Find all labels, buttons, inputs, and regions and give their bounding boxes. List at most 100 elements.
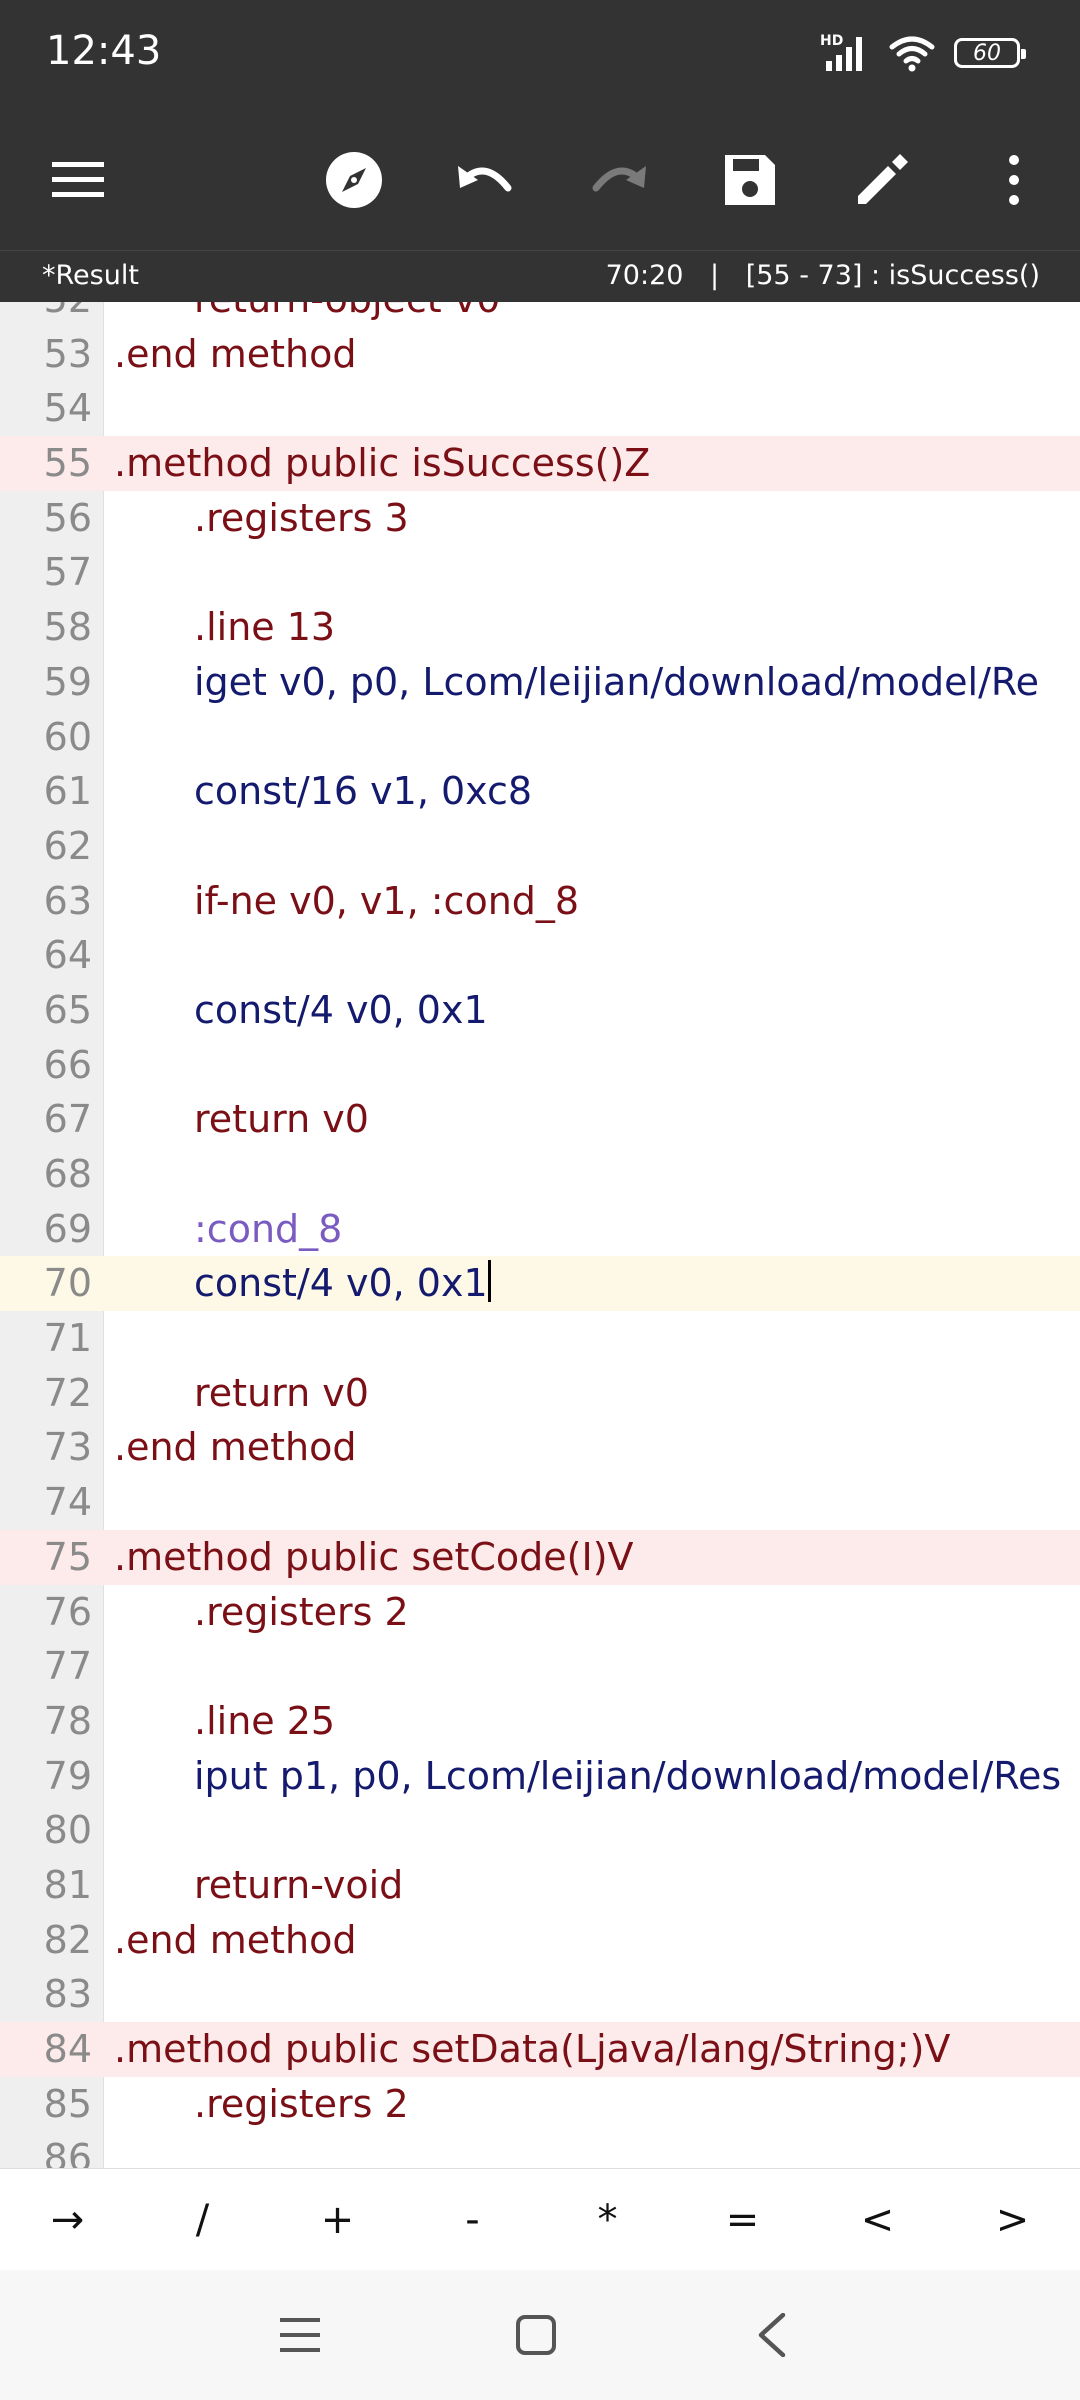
system-navigation-bar xyxy=(0,2270,1080,2400)
symbol-key-greater-than[interactable]: > xyxy=(945,2169,1080,2270)
code-line[interactable]: 60 xyxy=(0,710,1080,765)
line-number: 75 xyxy=(43,1534,92,1579)
code-line[interactable]: 53 .end method xyxy=(0,327,1080,382)
code-line[interactable]: 82 .end method xyxy=(0,1913,1080,1968)
code-text: .line 25 xyxy=(194,1698,336,1743)
code-line[interactable]: 58 .line 13 xyxy=(0,600,1080,655)
symbol-key-plus[interactable]: + xyxy=(270,2169,405,2270)
code-text: .end method xyxy=(114,1917,357,1962)
text-cursor xyxy=(487,1260,491,1303)
code-line[interactable]: 59 iget v0, p0, Lcom/leijian/download/mo… xyxy=(0,655,1080,710)
save-icon[interactable] xyxy=(708,138,792,222)
line-number: 63 xyxy=(43,878,92,923)
code-line[interactable]: 79 iput p1, p0, Lcom/leijian/download/mo… xyxy=(0,1749,1080,1804)
code-text: .method public setData(Ljava/lang/String… xyxy=(114,2027,951,2071)
line-number: 70 xyxy=(43,1261,92,1306)
code-line[interactable]: 71 xyxy=(0,1311,1080,1366)
method-scope: [55 - 73] : isSuccess() xyxy=(745,260,1040,291)
code-line[interactable]: 62 xyxy=(0,819,1080,874)
code-line[interactable]: 74 xyxy=(0,1475,1080,1530)
line-number: 56 xyxy=(43,495,92,540)
line-number: 53 xyxy=(43,331,92,376)
line-number: 58 xyxy=(43,605,92,650)
line-number: 80 xyxy=(43,1808,92,1853)
symbol-key-less-than[interactable]: < xyxy=(810,2169,945,2270)
code-line[interactable]: 52 return-object v0 xyxy=(0,302,1080,327)
code-line[interactable]: 57 xyxy=(0,545,1080,600)
status-time: 12:43 xyxy=(46,28,162,74)
code-line[interactable]: 78 .line 25 xyxy=(0,1694,1080,1749)
code-text: .registers 2 xyxy=(194,1589,409,1634)
code-line[interactable]: 86 xyxy=(0,2131,1080,2168)
code-text: return-object v0 xyxy=(114,302,500,327)
status-icons: HD 60 xyxy=(820,30,1026,76)
code-text: iput p1, p0, Lcom/leijian/download/model… xyxy=(194,1753,1062,1798)
line-number: 85 xyxy=(43,2081,92,2126)
battery-icon: 60 xyxy=(954,38,1026,68)
code-line[interactable]: 64 xyxy=(0,928,1080,983)
line-number: 72 xyxy=(43,1370,92,1415)
code-line[interactable]: 67 return v0 xyxy=(0,1092,1080,1147)
code-line[interactable]: 69 :cond_8 xyxy=(0,1202,1080,1257)
undo-icon[interactable] xyxy=(444,138,528,222)
info-separator: | xyxy=(710,260,720,291)
code-text: return-void xyxy=(194,1862,404,1907)
code-editor[interactable]: 52 return-object v0 53 .end method 54 55… xyxy=(0,302,1080,2168)
code-line[interactable]: 65 const/4 v0, 0x1 xyxy=(0,983,1080,1038)
recents-icon[interactable] xyxy=(260,2300,340,2370)
line-number: 64 xyxy=(43,933,92,978)
line-number: 77 xyxy=(43,1644,92,1689)
line-number: 81 xyxy=(43,1862,92,1907)
edit-icon[interactable] xyxy=(840,138,924,222)
code-line[interactable]: 54 xyxy=(0,381,1080,436)
code-line[interactable]: 56 .registers 3 xyxy=(0,491,1080,546)
line-number: 83 xyxy=(43,1972,92,2017)
code-text: return v0 xyxy=(194,1097,369,1142)
code-line[interactable]: 83 xyxy=(0,1967,1080,2022)
code-line[interactable]: 66 xyxy=(0,1038,1080,1093)
code-line[interactable]: 76 .registers 2 xyxy=(0,1585,1080,1640)
back-icon[interactable] xyxy=(732,2300,812,2370)
compass-icon[interactable] xyxy=(312,138,396,222)
line-number: 66 xyxy=(43,1042,92,1087)
code-line[interactable]: 68 xyxy=(0,1147,1080,1202)
symbol-key-slash[interactable]: / xyxy=(135,2169,270,2270)
line-number: 65 xyxy=(43,987,92,1032)
line-number: 84 xyxy=(43,2027,92,2071)
code-line[interactable]: 55 .method public isSuccess()Z xyxy=(0,436,1080,491)
code-line[interactable]: 84 .method public setData(Ljava/lang/Str… xyxy=(0,2022,1080,2077)
code-line[interactable]: 63 if-ne v0, v1, :cond_8 xyxy=(0,874,1080,929)
cursor-position: 70:20 xyxy=(605,260,684,291)
code-line[interactable]: 75 .method public setCode(I)V xyxy=(0,1529,1080,1585)
code-line[interactable]: 81 return-void xyxy=(0,1858,1080,1913)
code-lines: 52 return-object v0 53 .end method 54 55… xyxy=(0,302,1080,2168)
line-number: 67 xyxy=(43,1097,92,1142)
code-line[interactable]: 85 .registers 2 xyxy=(0,2077,1080,2132)
code-line[interactable]: 80 xyxy=(0,1803,1080,1858)
current-code-line[interactable]: 70 const/4 v0, 0x1 xyxy=(0,1256,1080,1312)
code-text: return v0 xyxy=(194,1370,369,1415)
line-number: 54 xyxy=(43,386,92,431)
code-text: if-ne v0, v1, :cond_8 xyxy=(194,878,580,923)
menu-icon[interactable] xyxy=(36,138,120,222)
line-number: 60 xyxy=(43,714,92,759)
line-number: 59 xyxy=(43,659,92,704)
home-icon[interactable] xyxy=(496,2300,576,2370)
line-number: 73 xyxy=(43,1425,92,1470)
code-line[interactable]: 61 const/16 v1, 0xc8 xyxy=(0,764,1080,819)
symbol-key-tab[interactable]: → xyxy=(0,2169,135,2270)
line-number: 61 xyxy=(43,769,92,814)
line-number: 79 xyxy=(43,1753,92,1798)
code-line[interactable]: 73 .end method xyxy=(0,1420,1080,1475)
editor-info-bar: *Result 70:20 | [55 - 73] : isSuccess() xyxy=(0,250,1080,302)
code-text: .registers 3 xyxy=(194,495,409,540)
status-bar: 12:43 HD 60 xyxy=(0,0,1080,110)
code-line[interactable]: 77 xyxy=(0,1639,1080,1694)
line-number: 69 xyxy=(43,1206,92,1251)
code-line[interactable]: 72 return v0 xyxy=(0,1366,1080,1421)
symbol-key-minus[interactable]: - xyxy=(405,2169,540,2270)
symbol-key-asterisk[interactable]: * xyxy=(540,2169,675,2270)
more-vert-icon[interactable] xyxy=(972,138,1056,222)
symbol-key-equals[interactable]: = xyxy=(675,2169,810,2270)
line-number: 74 xyxy=(43,1480,92,1525)
